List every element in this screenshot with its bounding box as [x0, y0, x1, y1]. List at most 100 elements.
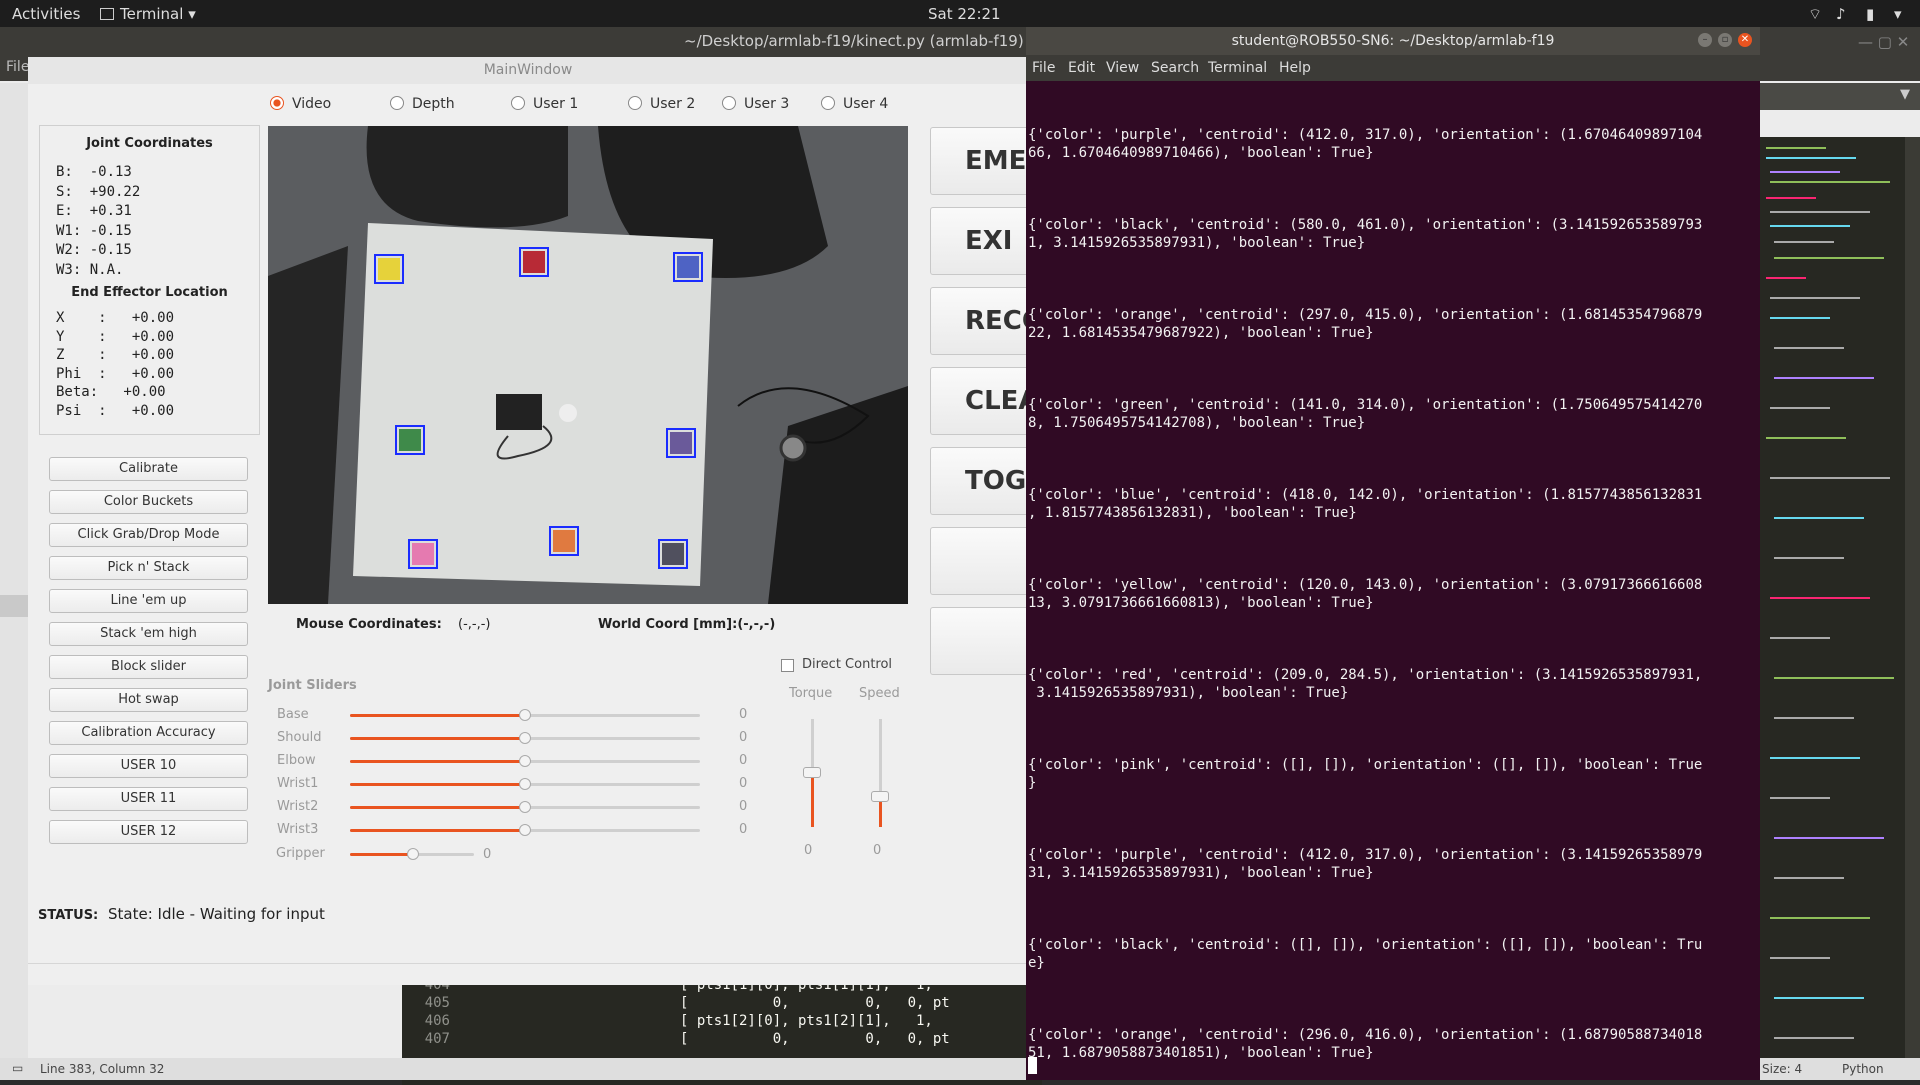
- main-window-title: MainWindow: [28, 57, 1028, 84]
- state-button-4[interactable]: CLEA: [930, 367, 1030, 435]
- tab-dropdown-icon[interactable]: ▼: [1900, 87, 1910, 102]
- maximize-icon[interactable]: ▫: [1718, 33, 1732, 47]
- radio-user-4[interactable]: User 4: [821, 96, 888, 112]
- terminal-line: {'color': 'black', 'centroid': (580.0, 4…: [1028, 217, 1703, 233]
- radio-user-3[interactable]: User 3: [722, 96, 789, 112]
- editor-menu-file[interactable]: File: [6, 59, 29, 75]
- calibrate-button[interactable]: Calibrate: [49, 457, 248, 481]
- terminal-line: {'color': 'blue', 'centroid': (418.0, 14…: [1028, 487, 1703, 503]
- app-menu[interactable]: Terminal ▾: [100, 5, 196, 23]
- joint-coordinates-panel: Joint Coordinates B: -0.13 S: +90.22 E: +0…: [39, 125, 260, 435]
- editor-left-gutter: [0, 83, 28, 1077]
- click-grab-drop-mode-button[interactable]: Click Grab/Drop Mode: [49, 523, 248, 547]
- tab-size[interactable]: Size: 4: [1762, 1062, 1802, 1076]
- sidebar-scroll-thumb[interactable]: [0, 595, 28, 617]
- slider-label-elbow: Elbow: [277, 753, 316, 768]
- syntax-mode[interactable]: Python: [1842, 1062, 1884, 1076]
- radio-user-2[interactable]: User 2: [628, 96, 695, 112]
- camera-view[interactable]: [268, 126, 908, 604]
- clock[interactable]: Sat 22:21: [928, 5, 1001, 23]
- terminal-title: student@ROB550-SN6: ~/Desktop/armlab-f19: [1231, 33, 1555, 49]
- joint-value: W1: -0.15: [56, 222, 132, 239]
- terminal-line: {'color': 'red', 'centroid': (209.0, 284…: [1028, 667, 1703, 683]
- terminal-line: {'color': 'orange', 'centroid': (297.0, …: [1028, 307, 1703, 323]
- state-button-2[interactable]: EXI: [930, 207, 1030, 275]
- terminal-menu-file[interactable]: File: [1032, 60, 1055, 76]
- terminal-line: {'color': 'purple', 'centroid': (412.0, …: [1028, 127, 1703, 143]
- terminal-titlebar: student@ROB550-SN6: ~/Desktop/armlab-f19…: [1026, 27, 1760, 55]
- line-em-up-button[interactable]: Line 'em up: [49, 589, 248, 613]
- user-10-button[interactable]: USER 10: [49, 754, 248, 778]
- user-12-button[interactable]: USER 12: [49, 820, 248, 844]
- minimize-icon[interactable]: –: [1698, 33, 1712, 47]
- gripper-slider-fill: [350, 853, 413, 856]
- activities-button[interactable]: Activities: [12, 5, 80, 23]
- direct-control-checkbox[interactable]: [781, 659, 794, 672]
- slider-value: 0: [739, 822, 748, 837]
- state-button-3[interactable]: RECO: [930, 287, 1030, 355]
- terminal-window: student@ROB550-SN6: ~/Desktop/armlab-f19…: [1026, 27, 1760, 1080]
- line-number: 405: [424, 995, 450, 1011]
- radio-depth[interactable]: Depth: [390, 96, 455, 112]
- block-7: [553, 530, 575, 552]
- terminal-line: 51, 1.6879058873401851), 'boolean': True…: [1028, 1045, 1374, 1061]
- radio-indicator: [821, 96, 835, 110]
- block-slider-button[interactable]: Block slider: [49, 655, 248, 679]
- editor-scrollbar[interactable]: [1905, 137, 1920, 1077]
- terminal-line: 13, 3.0791736661660813), 'boolean': True…: [1028, 595, 1374, 611]
- editor-window-controls[interactable]: — ▢ ✕: [1858, 33, 1909, 51]
- calibration-accuracy-button[interactable]: Calibration Accuracy: [49, 721, 248, 745]
- radio-video[interactable]: Video: [270, 96, 331, 112]
- joint-value: B: -0.13: [56, 164, 132, 180]
- terminal-menu-terminal[interactable]: Terminal: [1208, 60, 1267, 76]
- state-button-6[interactable]: [930, 527, 1030, 595]
- terminal-output[interactable]: {'color': 'purple', 'centroid': (412.0, …: [1026, 81, 1760, 1080]
- terminal-line: 1, 3.1415926535897931), 'boolean': True}: [1028, 235, 1366, 251]
- status-label: STATUS:: [38, 908, 99, 923]
- radio-label: Video: [292, 96, 332, 112]
- slider-handle-wrist1[interactable]: [519, 778, 531, 790]
- battery-icon[interactable]: ▮: [1866, 5, 1874, 23]
- state-button-1[interactable]: EMER: [930, 127, 1030, 195]
- terminal-menubar: File Edit View Search Terminal Help: [1026, 55, 1760, 81]
- slider-handle-should[interactable]: [519, 732, 531, 744]
- terminal-menu-view[interactable]: View: [1106, 60, 1139, 76]
- radio-indicator: [390, 96, 404, 110]
- close-icon[interactable]: ✕: [1738, 33, 1752, 47]
- gripper-slider-handle[interactable]: [407, 848, 419, 860]
- slider-handle-elbow[interactable]: [519, 755, 531, 767]
- color-buckets-button[interactable]: Color Buckets: [49, 490, 248, 514]
- code-text: [ pts1[2][0], pts1[2][1], 1,: [680, 1013, 933, 1029]
- wifi-icon[interactable]: ⌔: [1808, 5, 1822, 24]
- slider-value: 0: [739, 707, 748, 722]
- volume-icon[interactable]: ♪: [1836, 5, 1846, 23]
- joint-value: E: +0.31: [56, 203, 132, 219]
- state-button-7[interactable]: [930, 607, 1030, 675]
- radio-indicator: [722, 96, 736, 110]
- terminal-menu-search[interactable]: Search: [1151, 60, 1199, 76]
- hot-swap-button[interactable]: Hot swap: [49, 688, 248, 712]
- stack-em-high-button[interactable]: Stack 'em high: [49, 622, 248, 646]
- terminal-menu-edit[interactable]: Edit: [1068, 60, 1095, 76]
- torque-slider-handle[interactable]: [803, 767, 821, 778]
- user-11-button[interactable]: USER 11: [49, 787, 248, 811]
- pick-n-stack-button[interactable]: Pick n' Stack: [49, 556, 248, 580]
- gripper-value: 0: [483, 847, 492, 862]
- speed-slider-handle[interactable]: [871, 791, 889, 802]
- terminal-line: {'color': 'yellow', 'centroid': (120.0, …: [1028, 577, 1703, 593]
- slider-label-wrist1: Wrist1: [277, 776, 319, 791]
- code-minimap[interactable]: [1760, 137, 1905, 1077]
- slider-value: 0: [739, 799, 748, 814]
- block-1: [378, 258, 400, 280]
- slider-fill: [350, 829, 525, 832]
- system-menu-chevron-icon[interactable]: ▾: [1894, 5, 1902, 23]
- terminal-panel-icon[interactable]: ▭: [12, 1061, 23, 1075]
- state-button-5[interactable]: TOG: [930, 447, 1030, 515]
- radio-user-1[interactable]: User 1: [511, 96, 578, 112]
- terminal-line: {'color': 'purple', 'centroid': (412.0, …: [1028, 847, 1703, 863]
- slider-handle-wrist3[interactable]: [519, 824, 531, 836]
- slider-handle-base[interactable]: [519, 709, 531, 721]
- slider-handle-wrist2[interactable]: [519, 801, 531, 813]
- joint-value: S: +90.22: [56, 183, 141, 200]
- terminal-menu-help[interactable]: Help: [1279, 60, 1311, 76]
